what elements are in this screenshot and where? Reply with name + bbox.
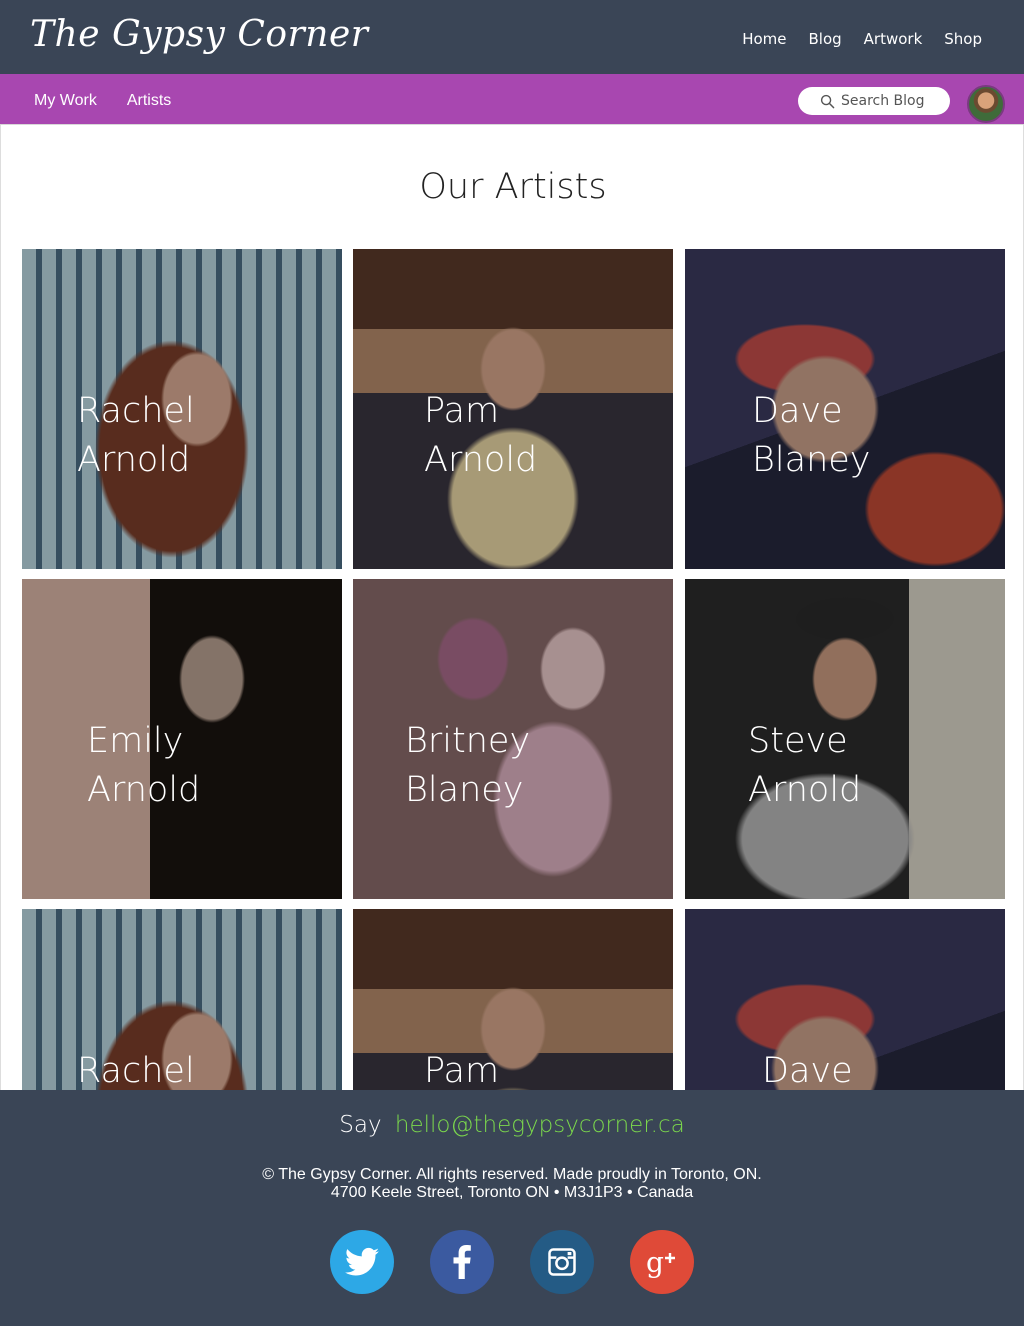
page-title: Our Artists <box>419 167 607 207</box>
artist-card-dave-blaney[interactable]: Dave Blaney <box>685 249 1005 569</box>
site-logo[interactable]: The Gypsy Corner <box>30 14 368 55</box>
user-avatar[interactable] <box>967 85 1005 123</box>
artist-card-dave[interactable]: Dave <box>685 909 1005 1090</box>
site-header: The Gypsy Corner Home Blog Artwork Shop <box>0 0 1024 74</box>
google-plus-icon: g <box>646 1246 675 1278</box>
card-overlay <box>353 909 673 1090</box>
address-text: 4700 Keele Street, Toronto ON • M3J1P3 •… <box>330 1184 694 1201</box>
google-plus-link[interactable]: g <box>630 1230 694 1294</box>
artist-name: Rachel Arnold <box>77 391 195 480</box>
sub-nav: My Work Artists <box>34 92 171 110</box>
artist-card-britney-blaney[interactable]: Britney Blaney <box>353 579 673 899</box>
contact-line: Say hello@thegypsycorner.ca <box>0 1112 1024 1138</box>
search-input[interactable] <box>841 93 941 109</box>
search-box[interactable] <box>798 87 950 115</box>
artist-name: Emily Arnold <box>87 721 201 810</box>
artist-name: Dave <box>762 1051 853 1090</box>
nav-blog-link[interactable]: Blog <box>808 30 841 48</box>
say-label: Say <box>339 1112 382 1138</box>
subnav-my-work-link[interactable]: My Work <box>34 92 97 110</box>
footer-info: © The Gypsy Corner. All rights reserved.… <box>0 1166 1024 1202</box>
artist-name: Pam Arnold <box>424 391 538 480</box>
facebook-icon <box>453 1245 471 1279</box>
subnav-artists-link[interactable]: Artists <box>127 92 171 110</box>
site-footer: Say hello@thegypsycorner.ca © The Gypsy … <box>0 1090 1024 1326</box>
artist-card-pam[interactable]: Pam <box>353 909 673 1090</box>
twitter-link[interactable] <box>330 1230 394 1294</box>
copyright-text: © The Gypsy Corner. All rights reserved.… <box>262 1166 762 1183</box>
nav-shop-link[interactable]: Shop <box>944 30 982 48</box>
artist-name: Dave Blaney <box>752 391 871 480</box>
artist-name: Pam <box>424 1051 500 1090</box>
artist-card-rachel[interactable]: Rachel <box>22 909 342 1090</box>
artist-card-steve-arnold[interactable]: Steve Arnold <box>685 579 1005 899</box>
artist-name: Rachel <box>77 1051 195 1090</box>
sub-nav-bar: My Work Artists <box>0 74 1024 125</box>
social-links: g <box>330 1230 694 1294</box>
facebook-link[interactable] <box>430 1230 494 1294</box>
artist-card-emily-arnold[interactable]: Emily Arnold <box>22 579 342 899</box>
nav-home-link[interactable]: Home <box>742 30 786 48</box>
artist-name: Britney Blaney <box>405 721 531 810</box>
search-icon <box>820 94 835 108</box>
nav-artwork-link[interactable]: Artwork <box>864 30 923 48</box>
twitter-icon <box>345 1247 379 1276</box>
artist-name: Steve Arnold <box>748 721 862 810</box>
artist-card-pam-arnold[interactable]: Pam Arnold <box>353 249 673 569</box>
instagram-link[interactable] <box>530 1230 594 1294</box>
contact-email-link[interactable]: hello@thegypsycorner.ca <box>395 1112 685 1138</box>
artist-card-rachel-arnold[interactable]: Rachel Arnold <box>22 249 342 569</box>
instagram-icon <box>548 1248 576 1276</box>
svg-text:g: g <box>646 1246 664 1278</box>
main-nav: Home Blog Artwork Shop <box>742 30 982 48</box>
artists-section: Our Artists Rachel Arnold Pam Arnold Dav… <box>0 125 1024 1090</box>
